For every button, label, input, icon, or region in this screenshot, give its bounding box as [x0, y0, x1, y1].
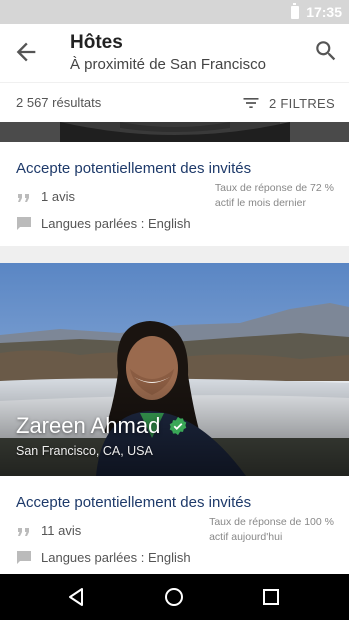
reviews-count[interactable]: 11 avis	[41, 523, 81, 538]
chat-icon	[17, 551, 31, 564]
page-subtitle: À proximité de San Francisco	[70, 56, 266, 73]
activity-line: actif le mois dernier	[214, 197, 306, 209]
host-card-2[interactable]: Accepte potentiellement des invités 11 a…	[0, 476, 349, 574]
results-count: 2 567 résultats	[16, 95, 102, 110]
languages-label: Langues parlées : English	[41, 216, 191, 231]
quote-icon	[18, 194, 29, 202]
host-photo-2[interactable]: Zareen Ahmad San Francisco, CA, USA	[0, 263, 349, 476]
page-title: Hôtes	[70, 32, 123, 53]
activity-line: actif aujourd'hui	[209, 531, 283, 543]
response-rate-line: Taux de réponse de 100 %	[209, 516, 334, 528]
back-arrow-icon[interactable]	[12, 38, 40, 66]
response-rate: Taux de réponse de 72 % actif le mois de…	[215, 181, 334, 211]
accepts-guests-label: Accepte potentiellement des invités	[16, 494, 252, 511]
navigation-bar	[0, 574, 349, 620]
host-name: Zareen Ahmad	[16, 413, 188, 439]
nav-back-icon[interactable]	[64, 585, 88, 609]
host-location: San Francisco, CA, USA	[16, 444, 153, 458]
reviews-count[interactable]: 1 avis	[41, 189, 75, 204]
host-photo-1[interactable]	[0, 122, 349, 142]
nav-recents-icon[interactable]	[259, 585, 283, 609]
results-bar: 2 567 résultats 2 FILTRES	[0, 82, 349, 122]
nav-home-icon[interactable]	[162, 585, 186, 609]
response-rate: Taux de réponse de 100 % actif aujourd'h…	[209, 515, 334, 545]
search-icon[interactable]	[313, 38, 339, 64]
filter-button[interactable]: 2 FILTRES	[241, 91, 335, 115]
battery-icon	[291, 3, 299, 19]
host-card-1[interactable]: Accepte potentiellement des invités 1 av…	[0, 142, 349, 246]
accepts-guests-label: Accepte potentiellement des invités	[16, 160, 252, 177]
quote-icon	[18, 528, 29, 536]
languages-label: Langues parlées : English	[41, 550, 191, 565]
chat-icon	[17, 217, 31, 230]
response-rate-line: Taux de réponse de 72 %	[214, 182, 334, 194]
app-bar: Hôtes À proximité de San Francisco	[0, 24, 349, 82]
host-name-text: Zareen Ahmad	[16, 413, 161, 438]
status-bar: 17:35	[0, 0, 349, 24]
verified-icon	[170, 416, 187, 436]
filter-label: 2 FILTRES	[268, 95, 335, 111]
status-time: 17:35	[306, 4, 342, 20]
filter-icon	[243, 98, 259, 108]
